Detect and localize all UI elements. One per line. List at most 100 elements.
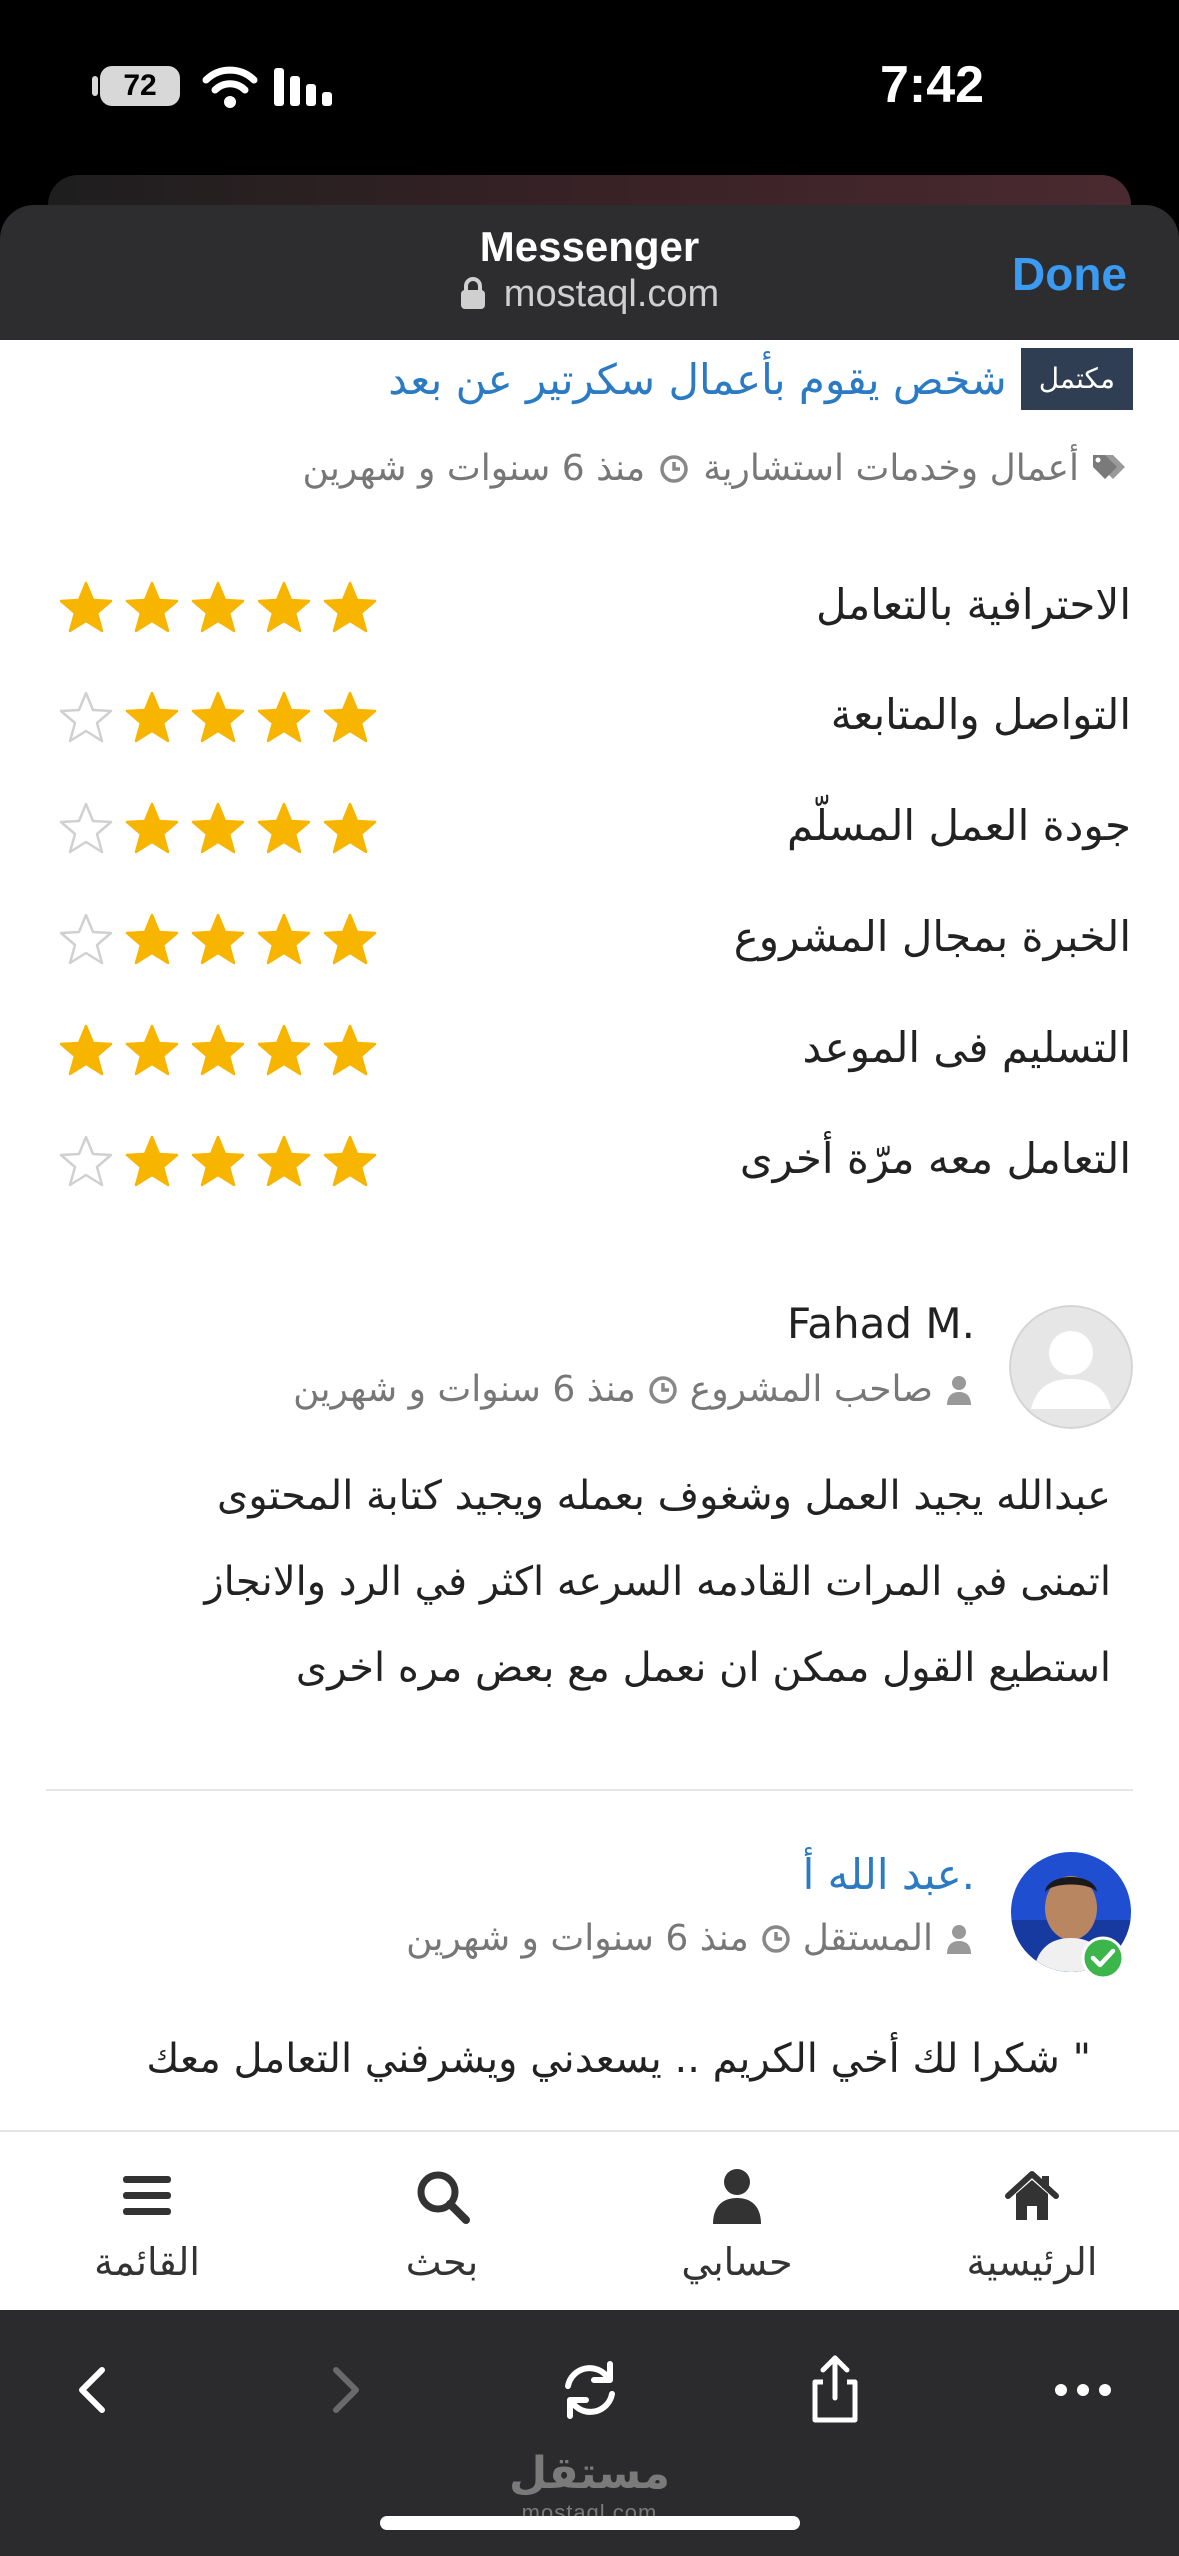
star-filled-icon	[257, 1024, 311, 1076]
star-rating	[58, 801, 378, 861]
star-filled-icon	[257, 581, 311, 633]
back-icon[interactable]	[54, 2350, 134, 2430]
rating-row: الخبرة بمجال المشروع	[0, 912, 1179, 982]
rating-label: الاحترافية بالتعامل	[815, 580, 1131, 629]
freelancer-review-meta: المستقل منذ 6 سنوات و شهرين	[406, 1918, 973, 1959]
tab-label: القائمة	[94, 2240, 200, 2284]
page-content: مكتمل شخص يقوم بأعمال سكرتير عن بعد أعما…	[0, 340, 1179, 2130]
freelancer-review-time: منذ 6 سنوات و شهرين	[406, 1918, 749, 1959]
clock-icon	[649, 1375, 677, 1404]
home-indicator	[380, 2516, 800, 2530]
freelancer-role: المستقل	[802, 1918, 933, 1959]
rating-label: التسليم فى الموعد	[802, 1023, 1131, 1072]
browser-sheet-header: Messenger mostaql.com Done	[0, 205, 1179, 340]
owner-review-meta: صاحب المشروع منذ 6 سنوات و شهرين	[293, 1369, 973, 1410]
freelancer-avatar[interactable]	[1009, 1850, 1133, 1980]
owner-role: صاحب المشروع	[689, 1369, 933, 1410]
star-filled-icon	[125, 581, 179, 633]
star-filled-icon	[191, 691, 245, 743]
star-rating	[58, 580, 378, 640]
tags-icon	[1093, 455, 1125, 479]
star-filled-icon	[323, 1135, 377, 1187]
person-icon	[947, 1924, 971, 1954]
person-icon	[947, 1375, 971, 1405]
star-filled-icon	[125, 1024, 179, 1076]
star-filled-icon	[59, 1024, 113, 1076]
lock-icon	[460, 277, 485, 309]
rating-label: التعامل معه مرّة أخرى	[739, 1134, 1131, 1183]
project-category[interactable]: أعمال وخدمات استشارية	[703, 448, 1079, 489]
freelancer-reply-text: " شكرا لك أخي الكريم .. يسعدني ويشرفني ا…	[146, 2016, 1091, 2102]
project-title-link[interactable]: شخص يقوم بأعمال سكرتير عن بعد	[388, 355, 1006, 404]
tab-label: الرئيسية	[966, 2240, 1098, 2284]
status-bar: 72 7:42	[0, 0, 1179, 175]
star-filled-icon	[191, 802, 245, 854]
reload-icon[interactable]	[550, 2350, 630, 2430]
tab-menu[interactable]: القائمة	[27, 2132, 267, 2312]
star-rating	[58, 690, 378, 750]
star-filled-icon	[257, 691, 311, 743]
star-filled-icon	[191, 1024, 245, 1076]
tab-account[interactable]: حسابي	[617, 2132, 857, 2312]
more-options-icon[interactable]	[1043, 2350, 1123, 2430]
freelancer-name-link[interactable]: عبد الله أ.	[803, 1850, 975, 1899]
star-filled-icon	[191, 581, 245, 633]
clock-icon	[660, 454, 688, 483]
star-empty-icon	[59, 913, 113, 965]
star-filled-icon	[323, 802, 377, 854]
done-button[interactable]: Done	[1012, 247, 1127, 301]
star-filled-icon	[323, 1024, 377, 1076]
star-filled-icon	[125, 1135, 179, 1187]
star-filled-icon	[257, 1135, 311, 1187]
url-text: mostaql.com	[503, 273, 720, 315]
review-line: عبدالله يجيد العمل وشغوف بعمله ويجيد كتا…	[217, 1473, 1111, 1519]
user-placeholder-icon	[1009, 1305, 1133, 1429]
divider	[46, 1789, 1133, 1791]
tab-home[interactable]: الرئيسية	[912, 2132, 1152, 2312]
default-avatar[interactable]	[1009, 1305, 1133, 1429]
rating-row: التسليم فى الموعد	[0, 1023, 1179, 1093]
tab-search[interactable]: بحث	[322, 2132, 562, 2312]
star-filled-icon	[125, 802, 179, 854]
brand-arabic: مستقل	[509, 2448, 670, 2499]
share-icon[interactable]	[795, 2350, 875, 2430]
star-filled-icon	[59, 581, 113, 633]
clock-icon	[762, 1924, 790, 1953]
owner-review-text: عبدالله يجيد العمل وشغوف بعمله ويجيد كتا…	[204, 1453, 1111, 1711]
mostaql-logo: مستقل mostaql.com	[0, 2448, 1179, 2526]
user-icon	[713, 2169, 761, 2224]
review-line: " شكرا لك أخي الكريم .. يسعدني ويشرفني ا…	[146, 2036, 1091, 2082]
verified-check-icon	[1081, 1936, 1125, 1980]
owner-review-time: منذ 6 سنوات و شهرين	[293, 1369, 636, 1410]
url-display: mostaql.com	[0, 273, 1179, 316]
menu-icon	[123, 2176, 171, 2215]
forward-icon[interactable]	[304, 2350, 384, 2430]
project-time: منذ 6 سنوات و شهرين	[302, 448, 646, 489]
star-filled-icon	[191, 913, 245, 965]
star-empty-icon	[59, 802, 113, 854]
star-empty-icon	[59, 691, 113, 743]
owner-name[interactable]: Fahad M.	[787, 1299, 975, 1348]
star-filled-icon	[191, 1135, 245, 1187]
wifi-icon	[202, 66, 258, 108]
rating-label: الخبرة بمجال المشروع	[733, 912, 1131, 961]
project-meta: أعمال وخدمات استشارية منذ 6 سنوات و شهري…	[303, 448, 1080, 489]
star-empty-icon	[59, 1135, 113, 1187]
search-icon	[417, 2171, 470, 2224]
tab-label: حسابي	[681, 2240, 793, 2284]
rating-label: التواصل والمتابعة	[830, 690, 1131, 739]
star-rating	[58, 1023, 378, 1083]
star-filled-icon	[257, 802, 311, 854]
rating-row: جودة العمل المسلّم	[0, 801, 1179, 871]
star-filled-icon	[125, 913, 179, 965]
rating-row: الاحترافية بالتعامل	[0, 580, 1179, 650]
star-filled-icon	[323, 913, 377, 965]
home-icon	[1005, 2171, 1059, 2220]
star-rating	[58, 912, 378, 972]
star-rating	[58, 1134, 378, 1194]
status-badge: مكتمل	[1020, 348, 1133, 410]
battery-indicator: 72	[92, 66, 180, 106]
project-header: مكتمل شخص يقوم بأعمال سكرتير عن بعد	[388, 348, 1133, 410]
star-filled-icon	[125, 691, 179, 743]
review-line: اتمنى في المرات القادمه السرعه اكثر في ا…	[204, 1559, 1111, 1605]
